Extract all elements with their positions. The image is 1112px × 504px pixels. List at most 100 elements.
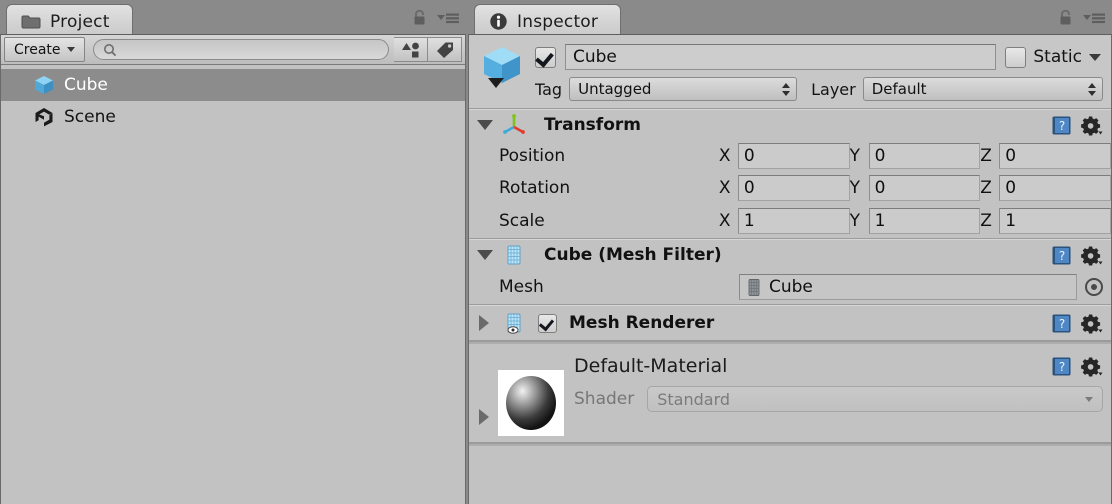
mesh-property-row: Mesh Cube: [469, 270, 1111, 304]
position-y: Y 0: [850, 143, 981, 169]
help-book-icon[interactable]: ?: [1051, 245, 1072, 266]
mesh-filter-header[interactable]: Cube (Mesh Filter) ?: [469, 240, 1111, 270]
tag-value: Untagged: [578, 80, 652, 98]
material-sphere-preview: [498, 370, 564, 436]
scale-y-value: 1: [874, 211, 886, 231]
scale-z-field[interactable]: 1: [999, 208, 1111, 234]
filter-by-label-button[interactable]: [428, 37, 462, 62]
project-panel-body: Create Cube Scene: [0, 34, 466, 504]
scale-y-field[interactable]: 1: [868, 208, 981, 234]
axis-letter-z: Z: [980, 211, 992, 231]
position-x: X 0: [719, 143, 850, 169]
scale-label: Scale: [499, 211, 545, 231]
transform-header[interactable]: Transform ?: [469, 110, 1111, 140]
panel-menu-icon[interactable]: [436, 11, 460, 25]
position-x-field[interactable]: 0: [737, 143, 850, 169]
static-checkbox[interactable]: [1005, 46, 1027, 68]
chevron-down-icon: [66, 47, 75, 52]
axis-letter-y: Y: [849, 211, 860, 231]
axis-letter-y: Y: [849, 178, 860, 198]
help-book-icon[interactable]: ?: [1051, 313, 1072, 334]
rotation-x-value: 0: [743, 178, 755, 198]
gameobject-name-value: Cube: [573, 47, 617, 67]
mesh-value: Cube: [769, 277, 813, 297]
search-input[interactable]: [121, 42, 379, 57]
component-material: Default-Material ? Shader Standard: [469, 344, 1111, 443]
project-tab-icons: [412, 9, 460, 26]
mesh-renderer-header[interactable]: Mesh Renderer ?: [469, 306, 1111, 340]
gameobject-active-checkbox[interactable]: [535, 46, 556, 68]
rotation-z-value: 0: [1005, 178, 1017, 198]
static-group: Static: [1005, 46, 1103, 68]
component-mesh-filter: Cube (Mesh Filter) ? Mesh Cube: [469, 239, 1111, 305]
rotation-y-field[interactable]: 0: [868, 175, 981, 201]
lock-icon[interactable]: [412, 9, 427, 26]
inspector-panel-body: Cube Static Tag Untagged Layer Default T…: [468, 34, 1112, 504]
layer-dropdown[interactable]: Default: [862, 77, 1103, 101]
tab-inspector[interactable]: Inspector: [474, 4, 622, 38]
inspector-panel: Inspector Cube Static Tag Untagged Layer…: [468, 0, 1112, 504]
tab-project[interactable]: Project: [6, 4, 133, 38]
foldout-arrow-icon[interactable]: [477, 120, 493, 130]
transform-title: Transform: [544, 115, 641, 135]
inspector-tab-icons: [1058, 9, 1106, 26]
settings-gear-icon[interactable]: [1080, 245, 1103, 266]
shader-dropdown[interactable]: Standard: [647, 386, 1103, 412]
list-item[interactable]: Scene: [1, 101, 465, 133]
lock-icon[interactable]: [1058, 9, 1073, 26]
material-block: Default-Material ? Shader Standard: [469, 344, 1111, 442]
project-panel: Project Create Cube Scene: [0, 0, 466, 504]
updown-arrows-icon: [782, 82, 791, 96]
project-asset-list: Cube Scene: [1, 65, 465, 133]
tab-project-label: Project: [50, 11, 110, 32]
position-z-field[interactable]: 0: [999, 143, 1111, 169]
position-y-value: 0: [874, 146, 886, 166]
settings-gear-icon[interactable]: [1080, 313, 1103, 334]
rotation-z-field[interactable]: 0: [999, 175, 1111, 201]
static-label: Static: [1033, 47, 1082, 67]
mesh-filter-icon: [502, 243, 526, 267]
layer-value: Default: [871, 80, 927, 98]
filter-by-type-button[interactable]: [394, 37, 428, 62]
list-item-label: Cube: [64, 75, 108, 95]
inspector-tag-layer-row: Tag Untagged Layer Default: [535, 77, 1103, 101]
position-y-field[interactable]: 0: [868, 143, 981, 169]
svg-text:?: ?: [1059, 249, 1065, 263]
transform-rotation-row: Rotation X 0 Y 0 Z 0: [469, 172, 1111, 204]
inspector-tabstrip: Inspector: [468, 0, 1112, 38]
mesh-object-field[interactable]: Cube: [739, 274, 1077, 300]
object-picker-icon[interactable]: [1085, 278, 1103, 296]
filter-by-type-icon: [401, 41, 421, 59]
scale-x: X 1: [719, 208, 850, 234]
foldout-arrow-icon[interactable]: [479, 315, 489, 331]
scale-x-field[interactable]: 1: [737, 208, 850, 234]
component-transform: Transform ? Position X 0 Y 0 Z 0 Rotatio…: [469, 109, 1111, 239]
mesh-filter-title: Cube (Mesh Filter): [544, 245, 722, 265]
settings-gear-icon[interactable]: [1080, 356, 1103, 377]
panel-menu-icon[interactable]: [1082, 11, 1106, 25]
help-book-icon[interactable]: ?: [1051, 356, 1072, 377]
svg-text:?: ?: [1059, 360, 1065, 374]
material-title: Default-Material: [574, 355, 728, 377]
material-right: Default-Material ? Shader Standard: [574, 352, 1103, 412]
foldout-arrow-icon[interactable]: [477, 250, 493, 260]
search-wrap: [88, 37, 394, 62]
help-book-icon[interactable]: ?: [1051, 115, 1072, 136]
position-label: Position: [499, 146, 566, 166]
static-dropdown-icon[interactable]: [1089, 53, 1101, 61]
mesh-renderer-icon: [502, 311, 526, 335]
axis-letter-x: X: [718, 211, 731, 231]
mesh-renderer-enabled-checkbox[interactable]: [538, 313, 557, 333]
search-field[interactable]: [92, 39, 389, 60]
create-button[interactable]: Create: [4, 37, 85, 62]
rotation-x-field[interactable]: 0: [737, 175, 850, 201]
rotation-z: Z 0: [980, 175, 1111, 201]
settings-gear-icon[interactable]: [1080, 115, 1103, 136]
tag-dropdown[interactable]: Untagged: [569, 77, 798, 101]
mesh-renderer-title: Mesh Renderer: [569, 313, 715, 333]
gameobject-name-field[interactable]: Cube: [565, 44, 997, 70]
position-z-value: 0: [1005, 146, 1017, 166]
foldout-arrow-icon[interactable]: [479, 409, 489, 425]
shader-value: Standard: [657, 389, 731, 409]
list-item[interactable]: Cube: [1, 69, 465, 101]
